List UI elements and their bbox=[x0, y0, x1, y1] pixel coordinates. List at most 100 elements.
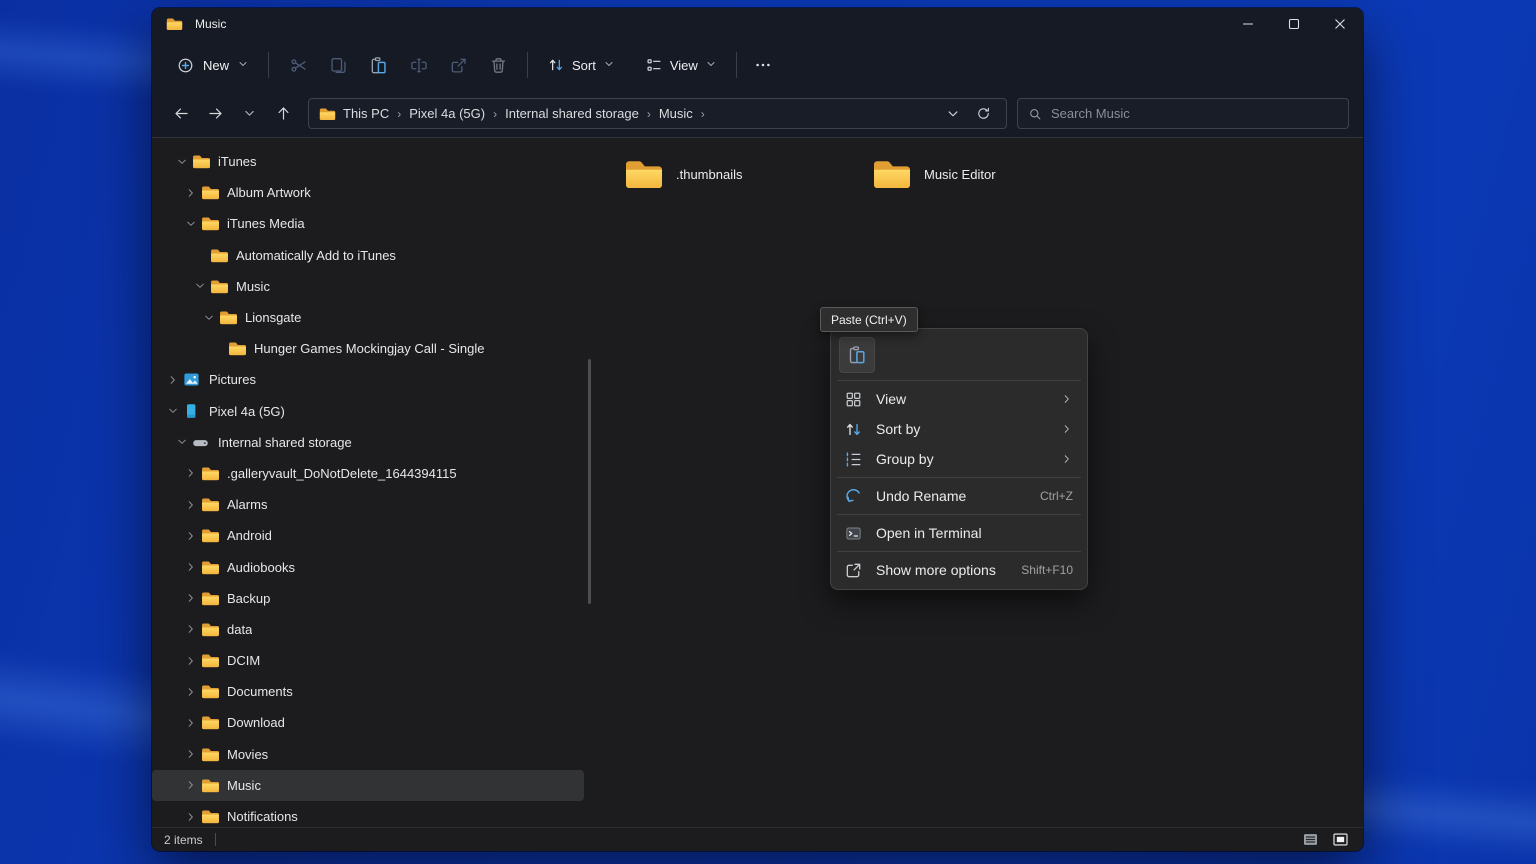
paste-icon bbox=[847, 345, 867, 365]
context-menu-item-undo-rename[interactable]: Undo RenameCtrl+Z bbox=[835, 481, 1083, 511]
sidebar-item-music[interactable]: Music bbox=[152, 271, 584, 302]
sidebar-item-automatically-add-to-itunes[interactable]: Automatically Add to iTunes bbox=[152, 240, 584, 271]
context-menu-item-view[interactable]: View bbox=[835, 384, 1083, 414]
sidebar-item-galleryvault-donotdelete-1644394115[interactable]: .galleryvault_DoNotDelete_1644394115 bbox=[152, 458, 584, 489]
chevron-right-icon[interactable] bbox=[183, 809, 199, 825]
view-button[interactable]: View bbox=[635, 48, 727, 82]
navigation-pane: iTunes Album Artwork iTunes MediaAutomatic… bbox=[152, 138, 592, 827]
chevron-down-icon[interactable] bbox=[192, 278, 208, 294]
chevron-right-icon[interactable] bbox=[183, 653, 199, 669]
paste-tooltip-text: Paste (Ctrl+V) bbox=[831, 313, 907, 327]
address-row: This PC›Pixel 4a (5G)›Internal shared st… bbox=[152, 90, 1363, 137]
minimize-button[interactable] bbox=[1225, 8, 1271, 40]
chevron-right-icon[interactable] bbox=[183, 185, 199, 201]
chevron-right-icon[interactable] bbox=[183, 497, 199, 513]
sidebar-item-internal-shared-storage[interactable]: Internal shared storage bbox=[152, 427, 584, 458]
chevron-right-icon[interactable] bbox=[165, 372, 181, 388]
back-button[interactable] bbox=[166, 99, 196, 129]
sidebar-item-album-artwork[interactable]: Album Artwork bbox=[152, 177, 584, 208]
view-button-label: View bbox=[670, 58, 698, 73]
sidebar-item-lionsgate[interactable]: Lionsgate bbox=[152, 302, 584, 333]
context-menu-paste-button[interactable] bbox=[839, 337, 875, 373]
sidebar-item-movies[interactable]: Movies bbox=[152, 739, 584, 770]
chevron-right-icon[interactable] bbox=[183, 465, 199, 481]
toolbar-cut-button bbox=[278, 48, 318, 82]
breadcrumb-pixel-4a-5g[interactable]: Pixel 4a (5G) bbox=[406, 106, 488, 121]
maximize-button[interactable] bbox=[1271, 8, 1317, 40]
refresh-button[interactable] bbox=[970, 101, 996, 127]
sidebar-item-hunger-games-mockingjay-call-single[interactable]: Hunger Games Mockingjay Call - Single bbox=[152, 333, 584, 364]
chevron-right-icon[interactable] bbox=[183, 715, 199, 731]
sidebar-item-android[interactable]: Android bbox=[152, 520, 584, 551]
sidebar-item-pixel-4a-5g[interactable]: Pixel 4a (5G) bbox=[152, 396, 584, 427]
chevron-right-icon[interactable] bbox=[183, 684, 199, 700]
chevron-down-icon[interactable] bbox=[165, 403, 181, 419]
sidebar-item-pictures[interactable]: Pictures bbox=[152, 364, 584, 395]
maximize-icon bbox=[1285, 15, 1303, 33]
breadcrumb-music[interactable]: Music bbox=[656, 106, 696, 121]
search-box[interactable] bbox=[1017, 98, 1349, 129]
delete-icon bbox=[489, 56, 508, 75]
window-title: Music bbox=[195, 17, 226, 31]
sidebar-item-music[interactable]: Music bbox=[152, 770, 584, 801]
breadcrumb-internal-shared-storage[interactable]: Internal shared storage bbox=[502, 106, 642, 121]
titlebar[interactable]: Music bbox=[152, 8, 1363, 40]
toolbar-separator bbox=[736, 52, 737, 78]
context-menu-item-show-more-options[interactable]: Show more optionsShift+F10 bbox=[835, 555, 1083, 585]
chevron-right-icon[interactable] bbox=[183, 746, 199, 762]
large-icons-view-button[interactable] bbox=[1329, 831, 1351, 849]
toolbar-paste-button[interactable] bbox=[358, 48, 398, 82]
sidebar-item-data[interactable]: data bbox=[152, 614, 584, 645]
file-tile-thumbnails[interactable]: .thumbnails bbox=[616, 152, 864, 196]
sidebar-scrollbar[interactable] bbox=[588, 359, 591, 604]
sidebar-item-label: Alarms bbox=[227, 497, 267, 512]
context-menu-item-group-by[interactable]: Group by bbox=[835, 444, 1083, 474]
new-button-label: New bbox=[203, 58, 229, 73]
sidebar-item-backup[interactable]: Backup bbox=[152, 583, 584, 614]
file-tile-music-editor[interactable]: Music Editor bbox=[864, 152, 1112, 196]
sidebar-item-itunes-media[interactable]: iTunes Media bbox=[152, 208, 584, 239]
sidebar-item-download[interactable]: Download bbox=[152, 707, 584, 738]
context-menu-item-sort-by[interactable]: Sort by bbox=[835, 414, 1083, 444]
sidebar-item-itunes[interactable]: iTunes bbox=[152, 146, 584, 177]
chevron-down-icon[interactable] bbox=[174, 154, 190, 170]
command-toolbar: New Sort bbox=[152, 40, 1363, 90]
chevron-placeholder bbox=[210, 341, 226, 357]
details-view-button[interactable] bbox=[1299, 831, 1321, 849]
folder-icon bbox=[201, 216, 220, 231]
sidebar-item-label: Album Artwork bbox=[227, 185, 311, 200]
chevron-right-icon[interactable] bbox=[183, 528, 199, 544]
new-button[interactable]: New bbox=[166, 48, 259, 82]
chevron-right-icon[interactable] bbox=[183, 621, 199, 637]
sidebar-item-notifications[interactable]: Notifications bbox=[152, 801, 584, 827]
address-dropdown-button[interactable] bbox=[940, 101, 966, 127]
folder-icon bbox=[201, 528, 220, 543]
chevron-down-icon[interactable] bbox=[174, 434, 190, 450]
context-menu-item-open-in-terminal[interactable]: Open in Terminal bbox=[835, 518, 1083, 548]
menu-item-label: View bbox=[876, 391, 1048, 407]
chevron-right-icon[interactable] bbox=[183, 559, 199, 575]
sidebar-item-audiobooks[interactable]: Audiobooks bbox=[152, 551, 584, 582]
chevron-right-icon[interactable] bbox=[183, 590, 199, 606]
context-menu: View Sort byGroup by Undo RenameCtrl+Z Open… bbox=[830, 328, 1088, 590]
address-bar[interactable]: This PC›Pixel 4a (5G)›Internal shared st… bbox=[308, 98, 1007, 129]
sidebar-item-alarms[interactable]: Alarms bbox=[152, 489, 584, 520]
sort-button[interactable]: Sort bbox=[537, 48, 625, 82]
forward-button[interactable] bbox=[200, 99, 230, 129]
up-button[interactable] bbox=[268, 99, 298, 129]
recent-locations-button[interactable] bbox=[234, 99, 264, 129]
chevron-down-icon[interactable] bbox=[183, 216, 199, 232]
search-input[interactable] bbox=[1051, 106, 1338, 121]
more-options-button[interactable] bbox=[746, 48, 780, 82]
search-icon bbox=[1028, 107, 1042, 121]
chevron-right-icon[interactable] bbox=[183, 777, 199, 793]
close-button[interactable] bbox=[1317, 8, 1363, 40]
menu-separator bbox=[837, 551, 1081, 552]
chevron-down-icon[interactable] bbox=[201, 310, 217, 326]
sidebar-item-documents[interactable]: Documents bbox=[152, 676, 584, 707]
breadcrumb-this-pc[interactable]: This PC bbox=[340, 106, 392, 121]
sort-icon bbox=[844, 420, 863, 439]
toolbar-rename-button bbox=[398, 48, 438, 82]
sidebar-item-dcim[interactable]: DCIM bbox=[152, 645, 584, 676]
folder-icon bbox=[201, 560, 220, 575]
